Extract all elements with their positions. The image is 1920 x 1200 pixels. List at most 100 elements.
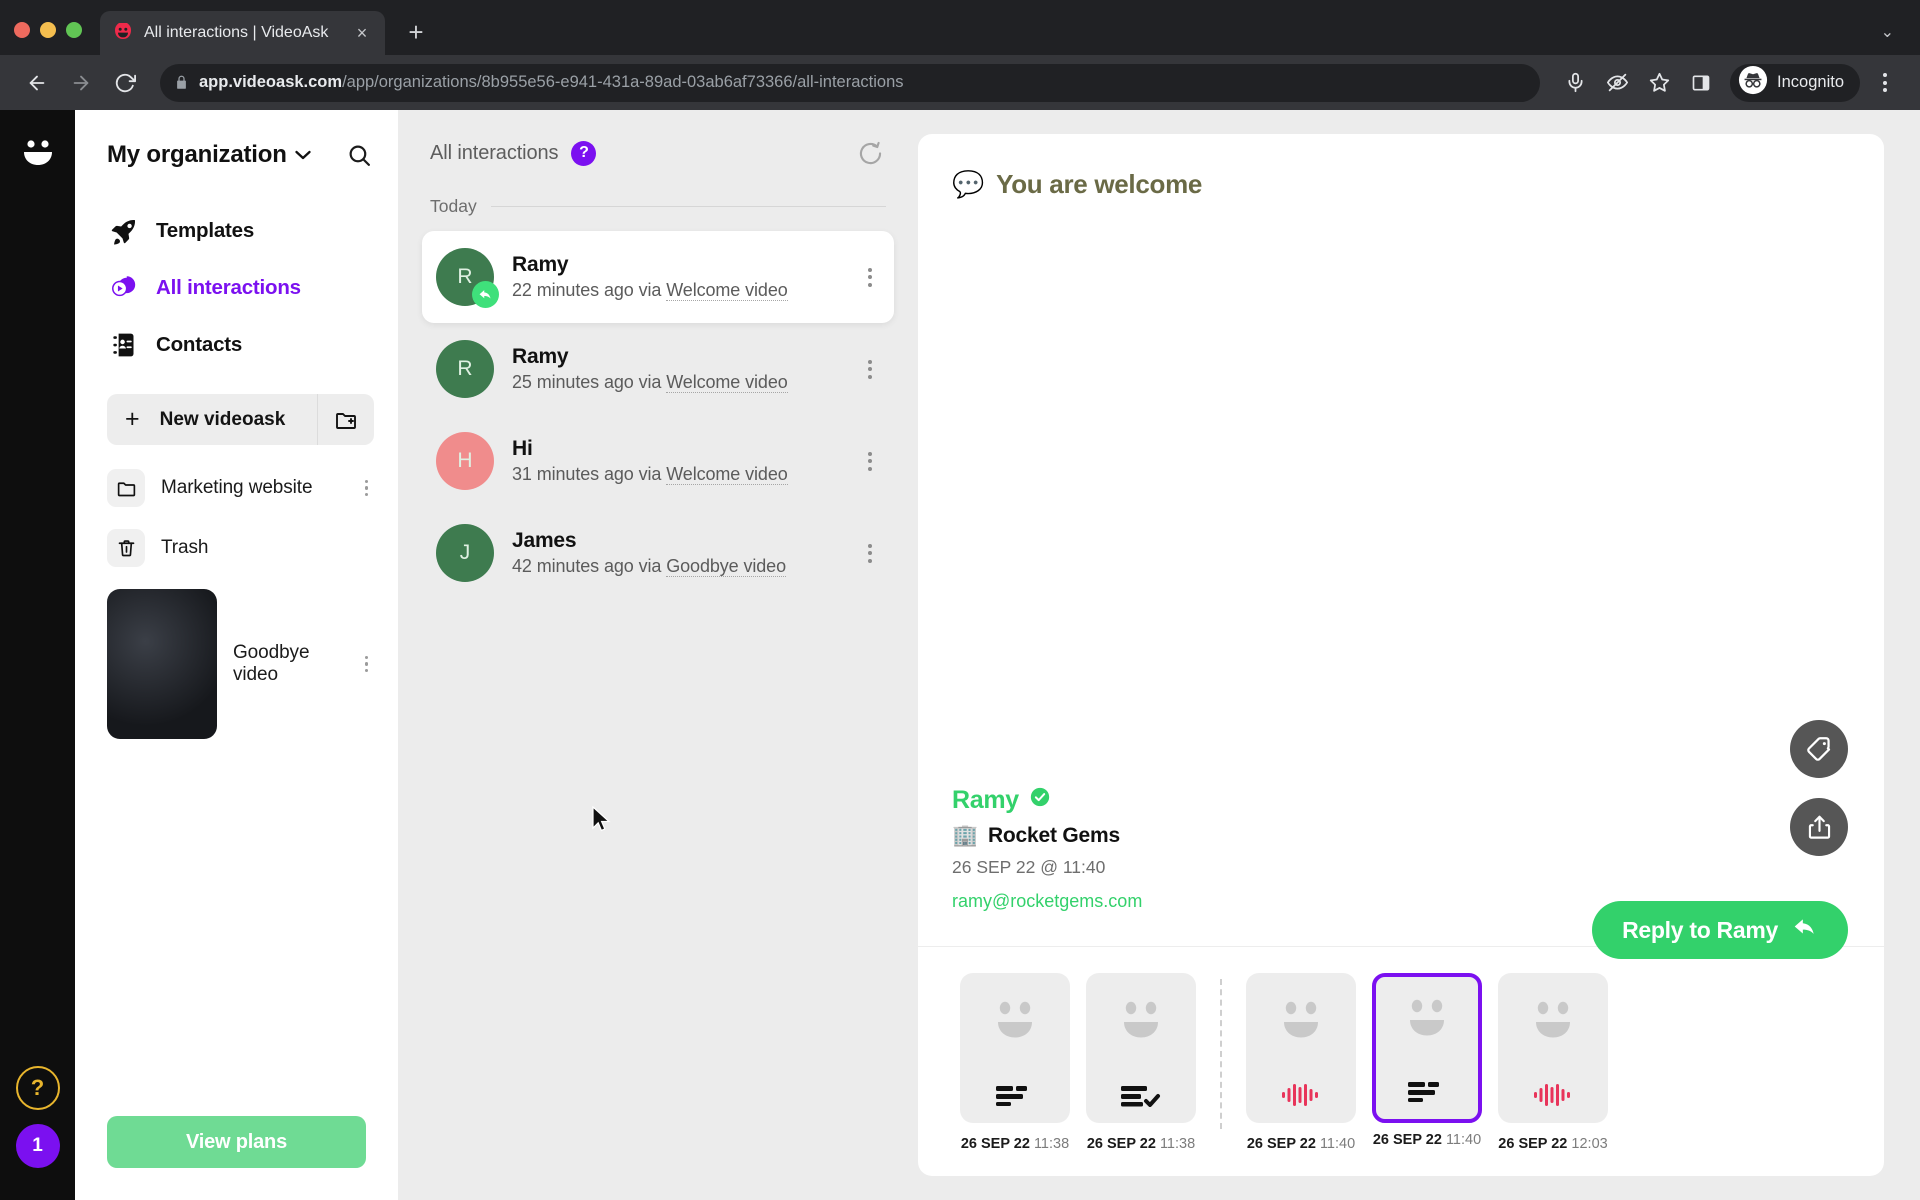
sidebar-item-contacts[interactable]: Contacts [75,318,398,372]
thumbnail-cell[interactable]: 26 SEP 22 11:40 [1238,973,1364,1152]
star-icon[interactable] [1640,64,1678,102]
list-item-time: 42 minutes ago [512,556,634,576]
maximize-window-button[interactable] [66,22,82,38]
list-item[interactable]: R Ramy 22 minutes ago via Welcome video [422,231,894,323]
list-item-name: Hi [512,437,533,460]
thumbnail[interactable] [1086,973,1196,1123]
contact-date: 26 SEP 22 @ 11:40 [952,857,1106,877]
notification-badge[interactable]: 1 [15,1124,60,1168]
sidebar-item-all-interactions[interactable]: All interactions [75,261,398,315]
verified-check-icon [1029,786,1051,815]
reload-button[interactable] [106,64,144,102]
videoask-logo-icon[interactable] [15,130,61,176]
smiley-face-icon [986,999,1044,1052]
folder-label: Trash [161,537,209,558]
new-videoask-button[interactable]: + New videoask [107,394,317,445]
detail-panel: 💬 You are welcome Reply to Ramy Ramy 🏢 R… [918,110,1920,1200]
list-item-more-icon[interactable] [860,536,880,571]
kebab-menu-icon[interactable] [1868,64,1902,102]
folder-item-trash[interactable]: Trash [75,521,398,575]
list-item[interactable]: J James 42 minutes ago via Goodbye video [422,507,894,599]
side-panel-icon[interactable] [1682,64,1720,102]
thumbnail-date: 26 SEP 22 [1372,1132,1442,1148]
app-body: ? 1 My organization Templates All intera… [0,110,1920,1200]
audio-wave-icon [1246,1083,1356,1107]
new-tab-button[interactable]: + [399,15,433,49]
new-folder-button[interactable] [317,394,374,445]
list-item-name: James [512,529,577,552]
window-controls [14,22,100,55]
list-item-meta: 25 minutes ago via Welcome video [512,372,842,393]
list-item-source[interactable]: Welcome video [666,464,788,485]
avatar: J [436,524,494,582]
list-item-source[interactable]: Goodbye video [666,556,786,577]
help-badge-icon[interactable]: ? [571,140,597,166]
view-plans-button[interactable]: View plans [107,1116,366,1168]
back-button[interactable] [18,64,56,102]
thumbnail[interactable] [960,973,1070,1123]
incognito-profile-button[interactable]: Incognito [1730,63,1860,102]
eye-off-icon[interactable] [1598,64,1636,102]
contact-email[interactable]: ramy@rocketgems.com [952,891,1142,912]
day-label: Today [430,196,477,216]
thumbnail-cell-selected[interactable]: 26 SEP 22 11:40 [1364,973,1490,1148]
close-window-button[interactable] [14,22,30,38]
thumbnail-date: 26 SEP 22 [1246,1136,1316,1152]
contact-org-row: 🏢 Rocket Gems [952,824,1142,848]
list-title: All interactions [430,141,559,164]
list-item-more-icon[interactable] [860,260,880,295]
folder-label: Goodbye video [233,642,310,685]
thumbnail[interactable] [1498,973,1608,1123]
forward-button[interactable] [62,64,100,102]
thumbnail[interactable] [1372,973,1482,1123]
sidebar-item-templates[interactable]: Templates [75,204,398,258]
address-bar[interactable]: app.videoask.com/app/organizations/8b955… [160,63,1541,102]
folder-item-goodbye-video[interactable]: Goodbye video [75,581,398,747]
list-item-more-icon[interactable] [860,352,880,387]
close-tab-button[interactable]: × [351,22,373,44]
sidebar: My organization Templates All interactio… [75,110,398,1200]
thumbnail-date: 26 SEP 22 [960,1136,1030,1152]
list-item-more-icon[interactable] [860,444,880,479]
search-icon[interactable] [344,140,374,170]
list-item-via-prefix: via [638,556,667,576]
contact-name-row: Ramy [952,786,1142,815]
video-thumbnail-icon [107,589,217,739]
thumbnail-cell[interactable]: 26 SEP 22 11:38 [952,973,1078,1152]
list-item-source[interactable]: Welcome video [666,280,788,301]
tab-list-chevron-icon[interactable]: ⌄ [1881,22,1894,42]
browser-tab[interactable]: All interactions | VideoAsk × [100,11,385,55]
list-item[interactable]: H Hi 31 minutes ago via Welcome video [422,415,894,507]
list-item-name: Ramy [512,253,569,276]
list-item-body: Ramy 22 minutes ago via Welcome video [512,253,842,301]
thumbnail-cell[interactable]: 26 SEP 22 12:03 [1490,973,1616,1152]
reply-button[interactable]: Reply to Ramy [1592,901,1848,959]
folder-item-marketing-website[interactable]: Marketing website [75,461,398,515]
chevron-down-icon [295,150,311,160]
checklist-icon [1086,1085,1196,1107]
list-item[interactable]: R Ramy 25 minutes ago via Welcome video [422,323,894,415]
thumbnail-cell[interactable]: 26 SEP 22 11:38 [1078,973,1204,1152]
view-plans-container: View plans [75,1116,398,1200]
microphone-icon[interactable] [1556,64,1594,102]
contact-org: Rocket Gems [987,824,1120,847]
folder-label: Marketing website [161,477,313,498]
url-text: app.videoask.com/app/organizations/8b955… [199,73,904,92]
folder-more-icon[interactable] [359,474,375,503]
list-header: All interactions ? [422,110,894,196]
speech-bubble-icon: 💬 [952,169,985,199]
tag-button[interactable] [1790,720,1848,778]
help-button[interactable]: ? [15,1066,60,1110]
smiley-face-icon [1272,999,1330,1052]
contact-name: Ramy [952,786,1019,814]
share-button[interactable] [1790,798,1848,856]
thumbnail[interactable] [1246,973,1356,1123]
organization-selector[interactable]: My organization [75,132,398,178]
strip-divider [1220,979,1222,1129]
incognito-label: Incognito [1777,73,1844,91]
minimize-window-button[interactable] [40,22,56,38]
thumbnail-timestamp: 26 SEP 22 11:40 [1247,1136,1355,1152]
list-item-source[interactable]: Welcome video [666,372,788,393]
refresh-icon[interactable] [854,137,886,169]
folder-more-icon[interactable] [359,650,375,679]
